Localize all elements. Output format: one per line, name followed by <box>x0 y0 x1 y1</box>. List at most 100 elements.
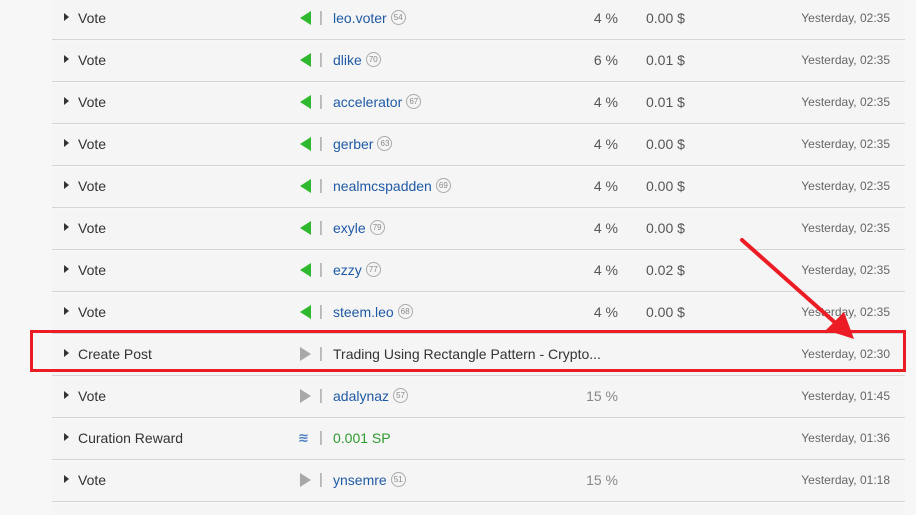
operation-type: Vote <box>78 388 107 404</box>
history-row-partial[interactable] <box>52 504 905 515</box>
expand-caret-icon[interactable] <box>64 349 69 357</box>
reputation-badge: 79 <box>369 219 385 235</box>
voter-name[interactable]: exyle <box>333 220 366 236</box>
separator: | <box>319 303 323 320</box>
expand-caret-icon[interactable] <box>64 475 69 483</box>
vote-percent: 15 % <box>586 388 618 404</box>
timestamp: Yesterday, 02:35 <box>801 95 890 109</box>
reputation-badge: 77 <box>365 261 381 277</box>
upvote-icon <box>300 263 311 277</box>
expand-caret-icon[interactable] <box>64 139 69 147</box>
operation-type: Vote <box>78 304 107 320</box>
author-link[interactable]: adalynaz 57 <box>333 387 409 405</box>
timestamp: Yesterday, 02:35 <box>801 137 890 151</box>
expand-caret-icon[interactable] <box>64 223 69 231</box>
voter-link[interactable]: exyle 79 <box>333 219 385 237</box>
history-row[interactable]: Vote | nealmcspadden 69 4 % 0.00 $ Yester… <box>52 168 905 208</box>
expand-caret-icon[interactable] <box>64 13 69 21</box>
reputation-badge: 51 <box>390 471 406 487</box>
voter-name[interactable]: accelerator <box>333 94 402 110</box>
author-name[interactable]: adalynaz <box>333 388 389 404</box>
voter-name[interactable]: steem.leo <box>333 304 394 320</box>
history-row[interactable]: Vote | ezzy 77 4 % 0.02 $ Yesterday, 02:3… <box>52 252 905 292</box>
vote-percent: 4 % <box>593 304 618 320</box>
upvote-icon <box>300 95 311 109</box>
vote-value: 0.01 $ <box>646 52 685 68</box>
separator: | <box>319 93 323 110</box>
vote-percent: 4 % <box>593 136 618 152</box>
history-list: Vote | leo.voter 54 4 % 0.00 $ Yesterday,… <box>52 0 905 515</box>
vote-percent: 6 % <box>593 52 618 68</box>
history-row[interactable]: Vote | steem.leo 68 4 % 0.00 $ Yesterday,… <box>52 294 905 334</box>
history-row[interactable]: Vote | dlike 70 6 % 0.01 $ Yesterday, 02:… <box>52 42 905 82</box>
history-row[interactable]: Vote | gerber 63 4 % 0.00 $ Yesterday, 02… <box>52 126 905 166</box>
vote-percent: 4 % <box>593 10 618 26</box>
timestamp: Yesterday, 02:35 <box>801 11 890 25</box>
reputation-badge: 57 <box>393 387 409 403</box>
vote-value: 0.02 $ <box>646 262 685 278</box>
vote-value: 0.01 $ <box>646 94 685 110</box>
vote-value: 0.00 $ <box>646 10 685 26</box>
history-row[interactable]: Vote | accelerator 67 4 % 0.01 $ Yesterda… <box>52 84 905 124</box>
history-row[interactable]: Vote | ynsemre 51 15 % Yesterday, 01:18 <box>52 462 905 502</box>
operation-type: Vote <box>78 136 107 152</box>
outgoing-icon <box>300 473 311 487</box>
separator: | <box>319 177 323 194</box>
vote-value: 0.00 $ <box>646 178 685 194</box>
expand-caret-icon[interactable] <box>64 391 69 399</box>
expand-caret-icon[interactable] <box>64 307 69 315</box>
voter-link[interactable]: steem.leo 68 <box>333 303 413 321</box>
separator: | <box>319 261 323 278</box>
operation-type: Vote <box>78 10 107 26</box>
reputation-badge: 70 <box>365 51 381 67</box>
separator: | <box>319 471 323 488</box>
author-link[interactable]: ynsemre 51 <box>333 471 406 489</box>
expand-caret-icon[interactable] <box>64 181 69 189</box>
voter-name[interactable]: leo.voter <box>333 10 387 26</box>
separator: | <box>319 345 323 362</box>
timestamp: Yesterday, 01:45 <box>801 389 890 403</box>
separator: | <box>319 429 323 446</box>
timestamp: Yesterday, 01:18 <box>801 473 890 487</box>
post-title-link[interactable]: Trading Using Rectangle Pattern - Crypto… <box>333 346 601 362</box>
voter-name[interactable]: dlike <box>333 52 362 68</box>
history-row[interactable]: Vote | leo.voter 54 4 % 0.00 $ Yesterday,… <box>52 0 905 40</box>
expand-caret-icon[interactable] <box>64 97 69 105</box>
history-row[interactable]: Vote | adalynaz 57 15 % Yesterday, 01:45 <box>52 378 905 418</box>
expand-caret-icon[interactable] <box>64 433 69 441</box>
expand-caret-icon[interactable] <box>64 265 69 273</box>
history-row[interactable]: Vote | exyle 79 4 % 0.00 $ Yesterday, 02:… <box>52 210 905 250</box>
upvote-icon <box>300 137 311 151</box>
timestamp: Yesterday, 02:35 <box>801 263 890 277</box>
operation-type: Create Post <box>78 346 152 362</box>
operation-type: Vote <box>78 94 107 110</box>
history-row-create-post[interactable]: Create Post | Trading Using Rectangle Pa… <box>52 336 905 376</box>
voter-name[interactable]: gerber <box>333 136 373 152</box>
vote-value: 0.00 $ <box>646 220 685 236</box>
operation-type: Curation Reward <box>78 430 184 446</box>
vote-percent: 4 % <box>593 220 618 236</box>
timestamp: Yesterday, 02:30 <box>801 347 890 361</box>
history-row-curation-reward[interactable]: Curation Reward ≋ | 0.001 SP Yesterday, … <box>52 420 905 460</box>
voter-link[interactable]: dlike 70 <box>333 51 381 69</box>
reputation-badge: 63 <box>377 135 393 151</box>
voter-link[interactable]: leo.voter 54 <box>333 9 406 27</box>
operation-type: Vote <box>78 52 107 68</box>
timestamp: Yesterday, 02:35 <box>801 179 890 193</box>
voter-link[interactable]: ezzy 77 <box>333 261 381 279</box>
voter-link[interactable]: gerber 63 <box>333 135 393 153</box>
upvote-icon <box>300 11 311 25</box>
vote-percent: 4 % <box>593 94 618 110</box>
voter-link[interactable]: nealmcspadden 69 <box>333 177 451 195</box>
reputation-badge: 68 <box>397 303 413 319</box>
author-name[interactable]: ynsemre <box>333 472 387 488</box>
steem-logo-icon: ≋ <box>298 430 309 445</box>
voter-name[interactable]: ezzy <box>333 262 362 278</box>
voter-name[interactable]: nealmcspadden <box>333 178 432 194</box>
expand-caret-icon[interactable] <box>64 55 69 63</box>
vote-percent: 4 % <box>593 178 618 194</box>
upvote-icon <box>300 53 311 67</box>
voter-link[interactable]: accelerator 67 <box>333 93 422 111</box>
timestamp: Yesterday, 02:35 <box>801 53 890 67</box>
operation-type: Vote <box>78 178 107 194</box>
